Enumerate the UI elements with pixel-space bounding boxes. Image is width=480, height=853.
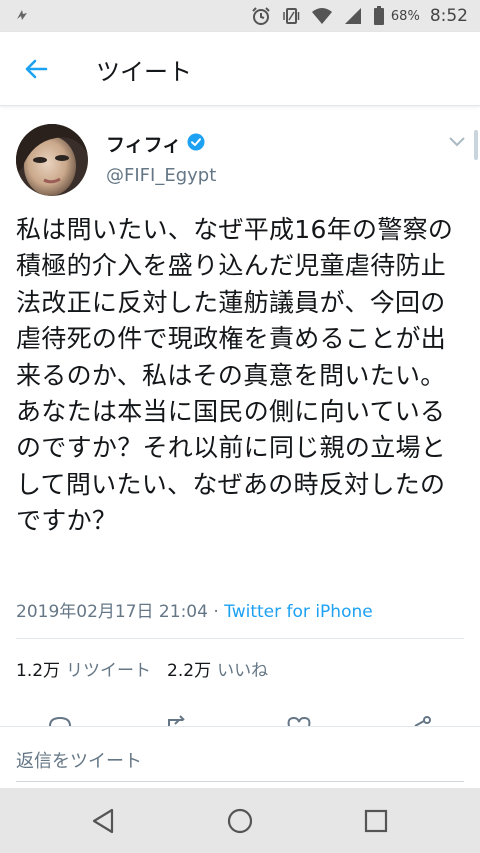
home-circle-icon[interactable] [225,806,255,836]
divider [16,638,464,639]
likes-count: 2.2万 [167,661,212,681]
retweets-count: 1.2万 [16,661,61,681]
back-arrow-icon[interactable] [22,55,50,83]
user-handle[interactable]: @FIFI_Egypt [106,165,216,186]
battery-percent: 68% [390,8,420,24]
retweets-stat[interactable]: 1.2万 リツイート [16,661,151,681]
vibrate-icon [281,6,301,26]
display-name: フィフィ [106,134,182,156]
battery-icon [373,6,385,26]
scrollbar[interactable] [474,130,478,160]
status-icons: 68% 8:52 [251,0,468,32]
chevron-down-icon[interactable] [448,134,466,148]
verified-badge-icon [187,133,205,155]
retweet-icon[interactable] [163,712,191,726]
tweet-text: 私は問いたい、なぜ平成16年の警察の積極的介入を盛り込んだ児童虐待防止法改正に反… [16,215,454,536]
tweet-actions [0,712,480,726]
reply-underline [16,781,464,782]
timestamp: 2019年02月17日 21:04 [16,602,208,622]
signal-icon [343,7,363,25]
page-title: ツイート [96,58,192,86]
likes-stat[interactable]: 2.2万 いいね [167,661,268,681]
reply-icon[interactable] [46,712,74,726]
back-triangle-icon[interactable] [88,806,118,836]
meta-separator: · [207,602,225,622]
tweet-stats: 1.2万 リツイート 2.2万 いいね [16,656,268,681]
alarm-icon [251,6,271,26]
retweets-label: リツイート [66,661,152,681]
likes-label: いいね [217,661,269,681]
recents-square-icon[interactable] [361,806,391,836]
wifi-icon [311,7,333,25]
notification-icon [14,7,30,27]
navigation-bar [0,788,480,853]
share-icon[interactable] [407,712,435,726]
clock: 8:52 [429,6,468,26]
app-header: ツイート [0,32,480,106]
author-name-row[interactable]: フィフィ [106,130,205,157]
like-icon[interactable] [285,712,313,726]
status-bar: 68% 8:52 [0,0,480,32]
source-link[interactable]: Twitter for iPhone [224,602,373,622]
reply-input[interactable]: 返信をツイート [16,747,142,773]
reply-bar: 返信をツイート [0,726,480,786]
avatar[interactable] [16,124,88,196]
tweet-meta: 2019年02月17日 21:04 · Twitter for iPhone [16,597,373,622]
